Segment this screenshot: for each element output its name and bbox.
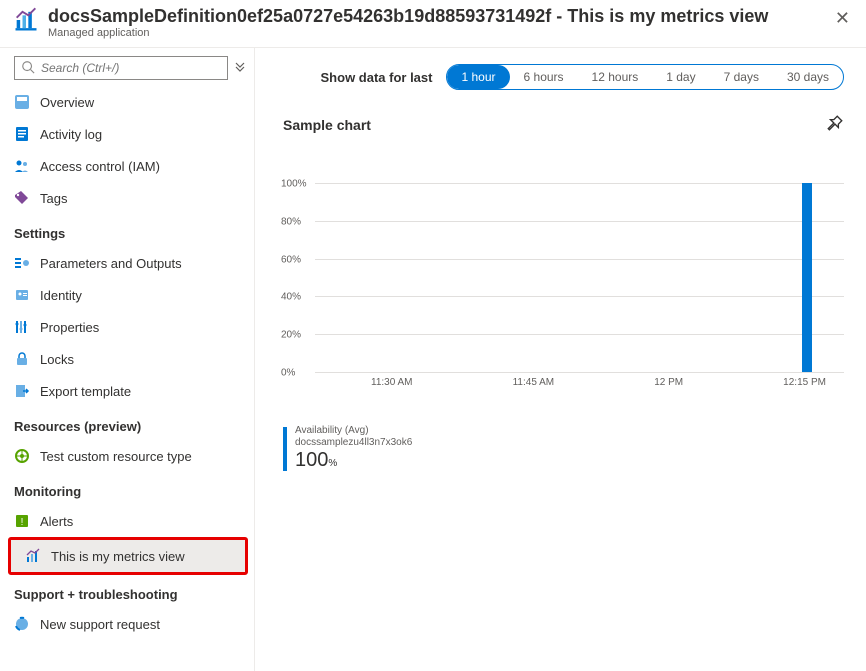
chart-title: Sample chart (283, 117, 371, 133)
sidebar-item-test-custom-resource[interactable]: Test custom resource type (0, 440, 254, 472)
sidebar-item-metrics-view[interactable]: This is my metrics view (11, 540, 245, 572)
time-pill-6hours[interactable]: 6 hours (510, 65, 578, 89)
time-pill-7days[interactable]: 7 days (710, 65, 773, 89)
y-tick: 100% (281, 179, 307, 190)
sidebar-collapse-icon[interactable] (234, 61, 246, 76)
chart-bar (802, 183, 812, 372)
metrics-icon (25, 548, 41, 564)
identity-icon (14, 287, 30, 303)
time-pill-1hour[interactable]: 1 hour (447, 65, 509, 89)
time-pill-30days[interactable]: 30 days (773, 65, 843, 89)
x-tick: 12:15 PM (783, 377, 826, 388)
sidebar-item-new-support-request[interactable]: New support request (0, 608, 254, 640)
y-tick: 40% (281, 292, 301, 303)
sidebar-item-label: Export template (40, 384, 131, 399)
search-input-wrapper[interactable] (14, 56, 228, 80)
sidebar-item-alerts[interactable]: ! Alerts (0, 505, 254, 537)
chart-legend: Availability (Avg) docssamplezu4ll3n7x3o… (283, 425, 844, 472)
sidebar-item-parameters[interactable]: Parameters and Outputs (0, 247, 254, 279)
x-tick: 12 PM (654, 377, 683, 388)
resource-type-label: Managed application (48, 27, 829, 39)
sidebar-item-tags[interactable]: Tags (0, 182, 254, 214)
time-pill-1day[interactable]: 1 day (652, 65, 709, 89)
sidebar-item-export-template[interactable]: Export template (0, 375, 254, 407)
section-monitoring: Monitoring (0, 472, 254, 505)
access-control-icon (14, 158, 30, 174)
legend-color-bar (283, 427, 287, 471)
properties-icon (14, 319, 30, 335)
legend-unit: % (328, 458, 337, 469)
locks-icon (14, 351, 30, 367)
sidebar-item-label: This is my metrics view (51, 549, 185, 564)
activity-log-icon (14, 126, 30, 142)
legend-metric: Availability (Avg) (295, 425, 412, 437)
sidebar-item-label: Alerts (40, 514, 73, 529)
alerts-icon: ! (14, 513, 30, 529)
export-template-icon (14, 383, 30, 399)
close-icon[interactable]: ✕ (829, 6, 856, 31)
support-icon (14, 616, 30, 632)
time-pill-12hours[interactable]: 12 hours (578, 65, 653, 89)
tags-icon (14, 190, 30, 206)
chart: 100% 80% 60% 40% 20% 0% 11:30 AM 11:45 A… (283, 183, 844, 413)
time-range-label: Show data for last (321, 70, 433, 85)
sidebar-item-label: Test custom resource type (40, 449, 192, 464)
section-resources: Resources (preview) (0, 407, 254, 440)
x-tick: 11:45 AM (513, 377, 555, 388)
sidebar-item-label: Locks (40, 352, 74, 367)
overview-icon (14, 94, 30, 110)
main-panel: Show data for last 1 hour 6 hours 12 hou… (255, 48, 866, 671)
sidebar-item-label: Parameters and Outputs (40, 256, 182, 271)
sidebar-item-label: Identity (40, 288, 82, 303)
sidebar-item-access-control[interactable]: Access control (IAM) (0, 150, 254, 182)
time-range-selector: 1 hour 6 hours 12 hours 1 day 7 days 30 … (446, 64, 844, 90)
y-tick: 60% (281, 254, 301, 265)
parameters-icon (14, 255, 30, 271)
pin-icon[interactable] (826, 114, 844, 135)
section-settings: Settings (0, 214, 254, 247)
y-tick: 80% (281, 216, 301, 227)
legend-resource: docssamplezu4ll3n7x3ok6 (295, 437, 412, 449)
search-input[interactable] (41, 61, 221, 75)
sidebar-item-identity[interactable]: Identity (0, 279, 254, 311)
sidebar-item-label: Tags (40, 191, 67, 206)
svg-text:!: ! (21, 517, 24, 528)
sidebar-item-overview[interactable]: Overview (0, 86, 254, 118)
sidebar-item-activity-log[interactable]: Activity log (0, 118, 254, 150)
search-icon (21, 60, 35, 77)
sidebar-item-label: Access control (IAM) (40, 159, 160, 174)
sidebar-item-label: Overview (40, 95, 94, 110)
resource-icon (14, 448, 30, 464)
metrics-icon (12, 6, 40, 37)
sidebar-item-locks[interactable]: Locks (0, 343, 254, 375)
page-title: docsSampleDefinition0ef25a0727e54263b19d… (48, 6, 829, 27)
sidebar-item-properties[interactable]: Properties (0, 311, 254, 343)
sidebar-item-label: Properties (40, 320, 99, 335)
y-tick: 20% (281, 330, 301, 341)
x-tick: 11:30 AM (371, 377, 413, 388)
y-tick: 0% (281, 368, 295, 379)
sidebar: Overview Activity log Access control (IA… (0, 48, 255, 671)
legend-value: 100 (295, 449, 328, 471)
sidebar-item-label: New support request (40, 617, 160, 632)
section-support: Support + troubleshooting (0, 575, 254, 608)
sidebar-item-label: Activity log (40, 127, 102, 142)
